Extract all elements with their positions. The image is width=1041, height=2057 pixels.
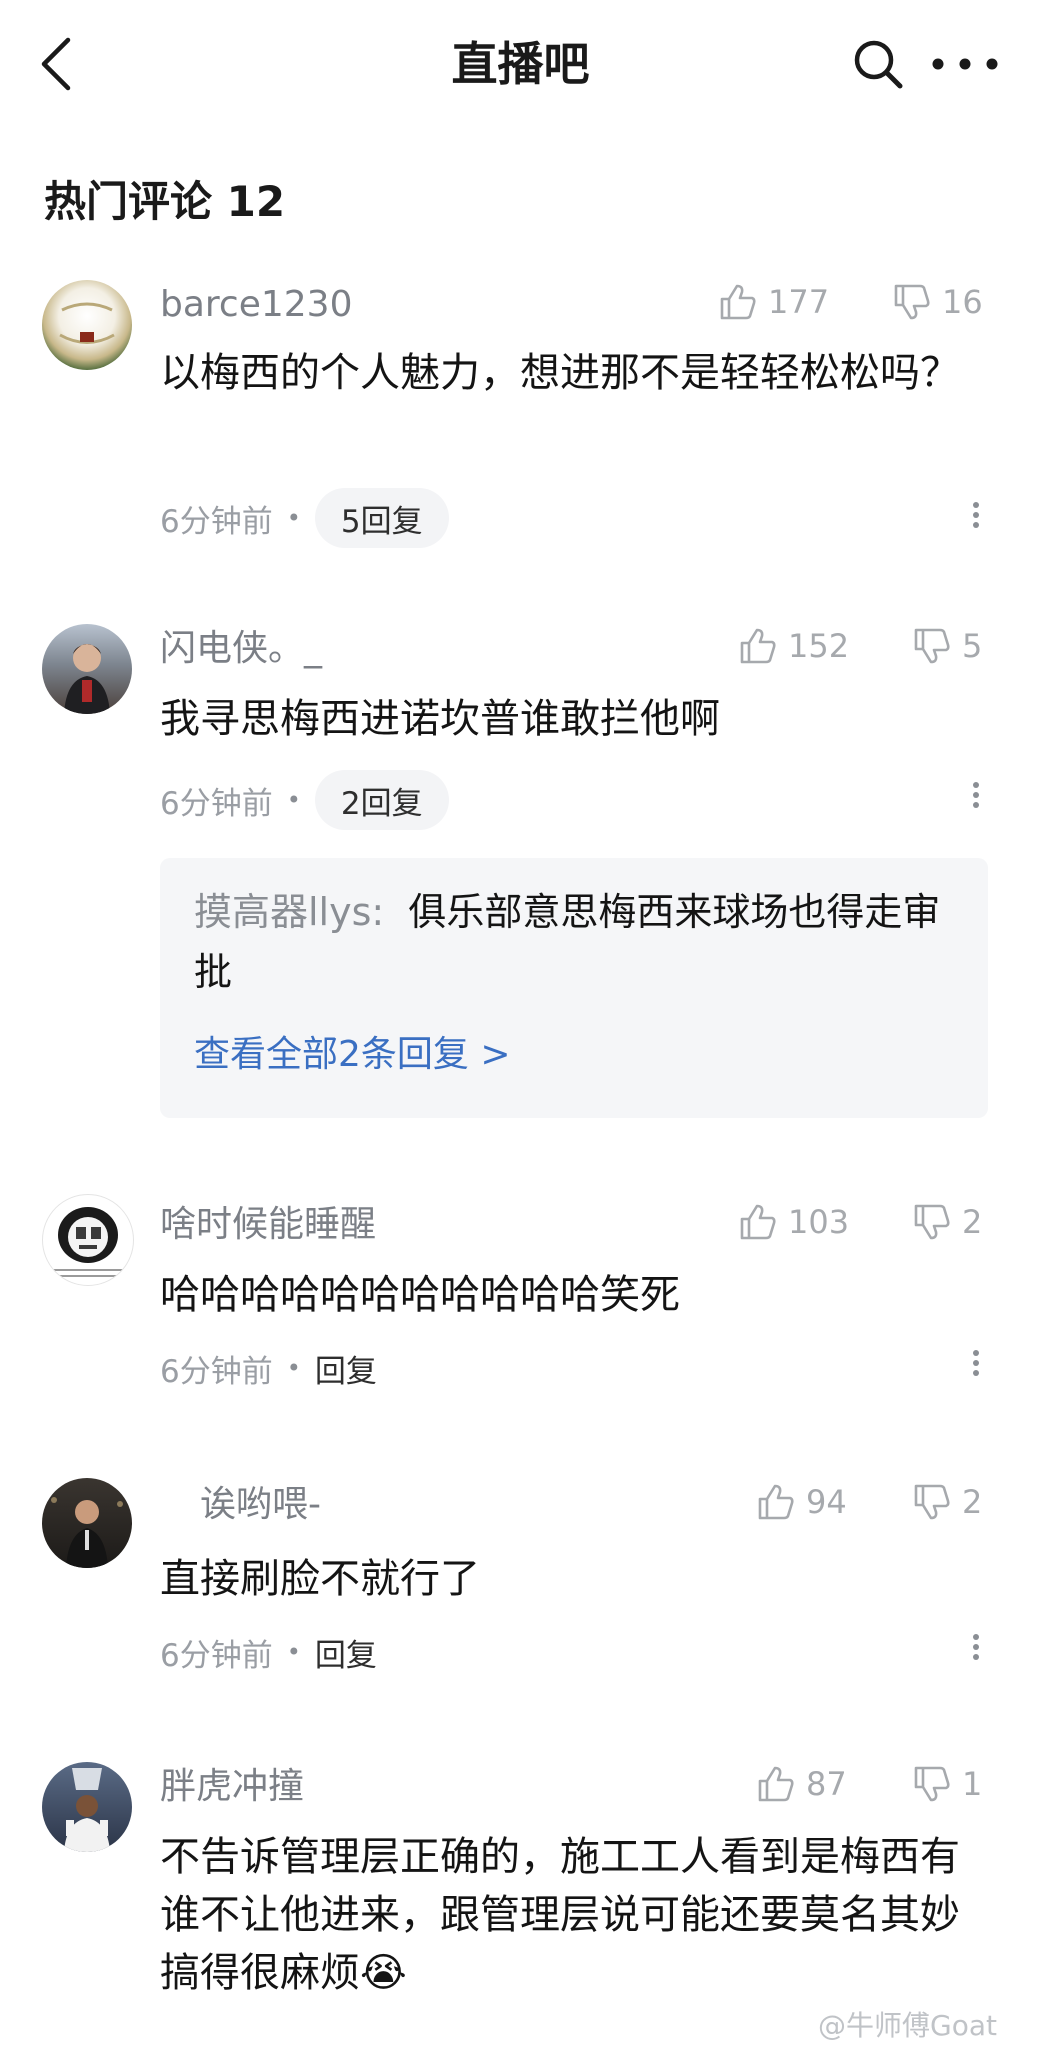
- avatar[interactable]: [42, 280, 132, 370]
- separator-dot: •: [286, 1638, 301, 1666]
- avatar[interactable]: [42, 1762, 132, 1852]
- thumbs-up-icon: [740, 1204, 776, 1240]
- separator-dot: •: [286, 1354, 301, 1382]
- thumbs-up-icon: [758, 1484, 794, 1520]
- thumbs-down-icon: [894, 284, 930, 320]
- search-icon[interactable]: [850, 36, 906, 92]
- comment-text: 不告诉管理层正确的，施工工人看到是梅西有谁不让他进来，跟管理层说可能还要莫名其妙…: [160, 1834, 960, 1996]
- like-count: 103: [788, 1203, 850, 1241]
- thumbs-up-icon: [720, 284, 756, 320]
- comment-item: 啥时候能睡醒 103 2 哈哈哈哈哈哈哈哈哈哈哈笑死 6分钟前 • 回复: [0, 1188, 1041, 1418]
- like-count: 152: [788, 627, 850, 665]
- comment-time: 6分钟前: [160, 503, 273, 540]
- like-button[interactable]: 87: [756, 1762, 847, 1806]
- comment-text: 我寻思梅西进诺坎普谁敢拦他啊: [160, 696, 720, 742]
- comment-meta: 6分钟前 • 5回复: [160, 488, 449, 548]
- comment-text: 直接刷脸不就行了: [160, 1556, 480, 1602]
- like-count: 177: [768, 283, 830, 321]
- sub-reply-text: 摸高器llys: 俱乐部意思梅西来球场也得走审批: [194, 882, 954, 1002]
- separator-dot: •: [286, 504, 301, 532]
- kebab-menu-icon[interactable]: [968, 778, 984, 822]
- dislike-button[interactable]: 5: [912, 624, 982, 668]
- comment-meta: 6分钟前 • 回复: [160, 1622, 377, 1682]
- dislike-count: 16: [942, 283, 983, 321]
- comment-text: 哈哈哈哈哈哈哈哈哈哈哈笑死: [160, 1272, 680, 1318]
- comment-time: 6分钟前: [160, 1353, 273, 1390]
- kebab-menu-icon[interactable]: [968, 1630, 984, 1674]
- reply-button[interactable]: 回复: [315, 1630, 377, 1675]
- comment-text: 以梅西的个人魅力，想进那不是轻轻松松吗？: [160, 350, 960, 396]
- dislike-button[interactable]: 2: [912, 1200, 982, 1244]
- reply-count-button[interactable]: 2回复: [314, 770, 449, 830]
- avatar[interactable]: [42, 1478, 132, 1568]
- reply-count-button[interactable]: 5回复: [314, 488, 449, 548]
- username[interactable]: barce1230: [160, 282, 352, 328]
- thumbs-down-icon: [914, 1484, 950, 1520]
- more-icon[interactable]: [930, 46, 1000, 82]
- like-count: 87: [806, 1765, 847, 1803]
- dislike-button[interactable]: 2: [912, 1480, 982, 1524]
- comment-time: 6分钟前: [160, 1637, 273, 1674]
- username[interactable]: 啥时候能睡醒: [160, 1202, 376, 1248]
- like-button[interactable]: 103: [738, 1200, 849, 1244]
- comment-item: 胖虎冲撞 87 1 不告诉管理层正确的，施工工人看到是梅西有谁不让他进来，跟管理…: [0, 1756, 1041, 2016]
- dislike-button[interactable]: 1: [912, 1762, 982, 1806]
- username[interactable]: 闪电侠。_: [160, 626, 322, 672]
- thumbs-up-icon: [758, 1766, 794, 1802]
- thumbs-up-icon: [740, 628, 776, 664]
- thumbs-down-icon: [914, 628, 950, 664]
- username[interactable]: 胖虎冲撞: [160, 1764, 304, 1810]
- comment-meta: 6分钟前 • 2回复: [160, 770, 449, 830]
- like-count: 94: [806, 1483, 847, 1521]
- dislike-count: 1: [962, 1765, 983, 1803]
- dislike-count: 5: [962, 627, 983, 665]
- thumbs-down-icon: [914, 1766, 950, 1802]
- avatar[interactable]: [42, 1194, 134, 1286]
- top-bar: 直播吧: [0, 0, 1041, 128]
- like-button[interactable]: 94: [756, 1480, 847, 1524]
- like-button[interactable]: 152: [738, 624, 849, 668]
- dislike-button[interactable]: 16: [892, 280, 983, 324]
- view-all-replies-link[interactable]: 查看全部2条回复 >: [194, 1030, 511, 1080]
- kebab-menu-icon[interactable]: [968, 498, 984, 542]
- kebab-menu-icon[interactable]: [968, 1346, 984, 1390]
- watermark: @牛师傅Goat: [818, 2009, 997, 2042]
- sub-reply-box[interactable]: 摸高器llys: 俱乐部意思梅西来球场也得走审批 查看全部2条回复 >: [160, 858, 988, 1118]
- dislike-count: 2: [962, 1203, 983, 1241]
- hot-comments-title: 热门评论 12: [44, 177, 286, 226]
- separator-dot: •: [286, 786, 301, 814]
- avatar[interactable]: [42, 624, 132, 714]
- comment-meta: 6分钟前 • 回复: [160, 1338, 377, 1398]
- dislike-count: 2: [962, 1483, 983, 1521]
- comment-time: 6分钟前: [160, 785, 273, 822]
- comment-item: barce1230 177 16 以梅西的个人魅力，想进那不是轻轻松松吗？ 6分…: [0, 270, 1041, 570]
- reply-button[interactable]: 回复: [315, 1346, 377, 1391]
- sub-reply-username[interactable]: 摸高器llys:: [194, 890, 384, 934]
- like-button[interactable]: 177: [718, 280, 829, 324]
- comment-item: 诶哟喂- 94 2 直接刷脸不就行了 6分钟前 • 回复: [0, 1472, 1041, 1702]
- username[interactable]: 诶哟喂-: [200, 1482, 321, 1528]
- thumbs-down-icon: [914, 1204, 950, 1240]
- comment-item: 闪电侠。_ 152 5 我寻思梅西进诺坎普谁敢拦他啊 6分钟前 • 2回复 摸高…: [0, 618, 1041, 1138]
